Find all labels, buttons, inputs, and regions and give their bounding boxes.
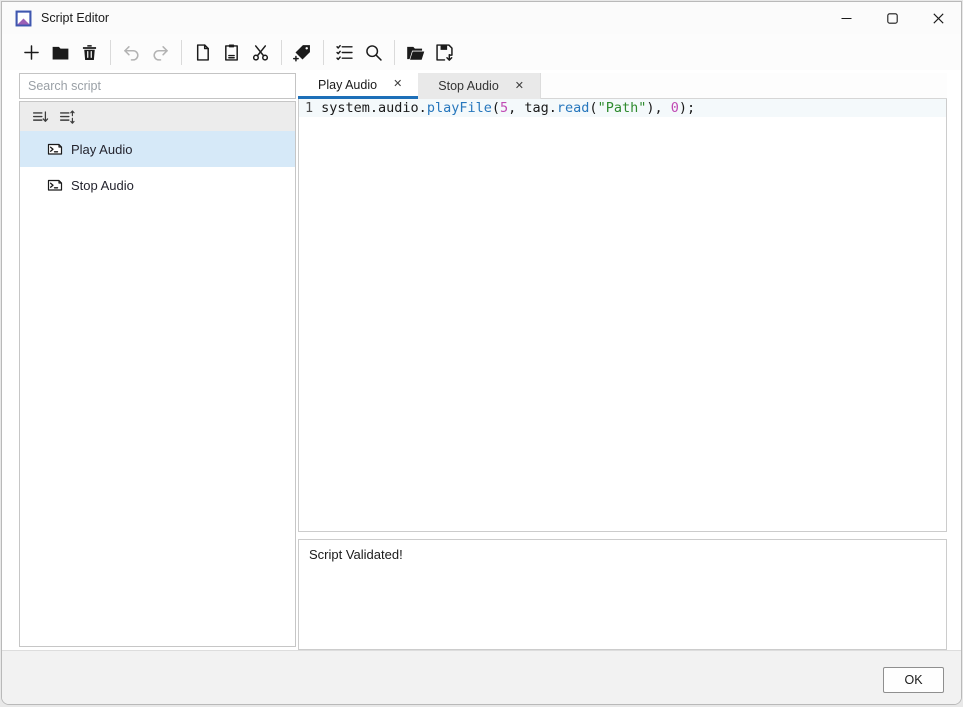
window-title: Script Editor [41,11,109,25]
tab-play-audio[interactable]: Play Audio ✕ [298,73,418,99]
delete-button[interactable] [75,37,104,67]
script-list-panel: Play Audio Stop Audio [19,101,296,647]
minimize-button[interactable] [823,2,869,34]
maximize-button[interactable] [869,2,915,34]
code-token-string: "Path" [598,100,647,116]
code-token-plain: , tag. [508,100,557,116]
search-input[interactable] [19,73,296,99]
script-icon [47,141,63,157]
code-token-number: 5 [500,100,508,116]
save-export-button[interactable] [430,37,459,67]
new-folder-button[interactable] [46,37,75,67]
toolbar [2,34,961,70]
copy-button[interactable] [188,37,217,67]
code-editor[interactable]: 1system.audio.playFile(5, tag.read("Path… [298,99,947,532]
code-token-plain: , [654,100,670,116]
paste-button[interactable] [217,37,246,67]
sort-toggle-icon[interactable] [53,104,80,129]
tab-close-icon[interactable]: ✕ [391,78,404,91]
toolbar-separator [181,40,182,65]
redo-button[interactable] [146,37,175,67]
toolbar-separator [281,40,282,65]
close-button[interactable] [915,2,961,34]
code-token-plain: system.audio. [321,100,427,116]
tab-close-icon[interactable]: ✕ [513,80,526,93]
code-token-function: read [557,100,590,116]
validation-output-panel: Script Validated! [298,539,947,650]
code-line[interactable]: 1system.audio.playFile(5, tag.read("Path… [299,99,946,117]
toolbar-separator [394,40,395,65]
ok-button[interactable]: OK [883,667,944,693]
code-token-plain: ); [679,100,695,116]
script-list-item-stop-audio[interactable]: Stop Audio [20,167,295,203]
search-button[interactable] [359,37,388,67]
add-script-button[interactable] [17,37,46,67]
multi-select-button[interactable] [330,37,359,67]
add-tag-button[interactable] [288,37,317,67]
cut-button[interactable] [246,37,275,67]
validation-message: Script Validated! [309,547,403,562]
line-number: 1 [305,100,313,116]
toolbar-separator [323,40,324,65]
script-list-item-play-audio[interactable]: Play Audio [20,131,295,167]
app-logo-icon [15,10,32,27]
code-token-plain: ( [589,100,597,116]
code-token-plain: ( [492,100,500,116]
open-import-button[interactable] [401,37,430,67]
footer-bar: OK [2,650,961,705]
tab-label: Play Audio [318,78,377,92]
script-item-label: Stop Audio [71,178,134,193]
sort-descending-icon[interactable] [26,104,53,129]
code-token-number: 0 [671,100,679,116]
toolbar-separator [110,40,111,65]
title-bar: Script Editor [2,2,961,34]
tab-stop-audio[interactable]: Stop Audio ✕ [418,73,541,99]
sort-bar [20,102,295,131]
tab-label: Stop Audio [438,79,498,93]
editor-tab-bar: Play Audio ✕ Stop Audio ✕ [298,73,947,99]
code-token-function: playFile [427,100,492,116]
script-icon [47,177,63,193]
script-item-label: Play Audio [71,142,132,157]
undo-button[interactable] [117,37,146,67]
script-editor-window: Script Editor [1,1,962,705]
